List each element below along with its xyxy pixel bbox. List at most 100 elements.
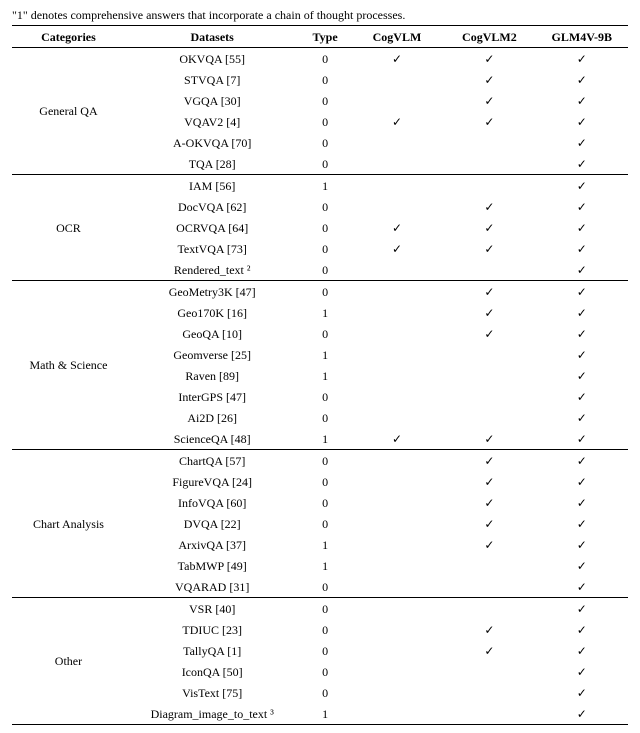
model-cell-m3: ✓: [536, 450, 628, 472]
model-cell-m2: [443, 259, 535, 281]
model-cell-m1: [351, 619, 443, 640]
model-cell-m1: ✓: [351, 238, 443, 259]
model-cell-m2: ✓: [443, 450, 535, 472]
model-cell-m1: [351, 323, 443, 344]
model-cell-m2: [443, 682, 535, 703]
model-cell-m1: [351, 492, 443, 513]
type-cell: 0: [299, 281, 350, 303]
model-cell-m3: ✓: [536, 302, 628, 323]
model-cell-m1: [351, 175, 443, 197]
model-cell-m2: [443, 365, 535, 386]
model-cell-m3: ✓: [536, 69, 628, 90]
type-cell: 0: [299, 69, 350, 90]
model-cell-m1: [351, 534, 443, 555]
model-cell-m2: [443, 598, 535, 620]
model-cell-m1: [351, 471, 443, 492]
model-cell-m1: [351, 407, 443, 428]
th-datasets: Datasets: [125, 26, 300, 48]
model-cell-m3: ✓: [536, 471, 628, 492]
model-cell-m3: ✓: [536, 111, 628, 132]
table-row: OtherVSR [40]0✓: [12, 598, 628, 620]
table-row: Math & ScienceGeoMetry3K [47]0✓✓: [12, 281, 628, 303]
type-cell: 1: [299, 703, 350, 725]
dataset-cell: Geo170K [16]: [125, 302, 300, 323]
dataset-cell: TQA [28]: [125, 153, 300, 175]
th-cogvlm: CogVLM: [351, 26, 443, 48]
model-cell-m3: ✓: [536, 48, 628, 70]
type-cell: 0: [299, 407, 350, 428]
dataset-cell: GeoMetry3K [47]: [125, 281, 300, 303]
category-cell: Chart Analysis: [12, 450, 125, 598]
model-cell-m1: ✓: [351, 48, 443, 70]
dataset-cell: ChartQA [57]: [125, 450, 300, 472]
model-cell-m3: ✓: [536, 576, 628, 598]
type-cell: 0: [299, 450, 350, 472]
dataset-cell: ScienceQA [48]: [125, 428, 300, 450]
dataset-cell: Geomverse [25]: [125, 344, 300, 365]
model-cell-m3: ✓: [536, 323, 628, 344]
type-cell: 0: [299, 238, 350, 259]
dataset-cell: VisText [75]: [125, 682, 300, 703]
model-cell-m2: [443, 153, 535, 175]
model-cell-m1: [351, 703, 443, 725]
model-cell-m1: [351, 153, 443, 175]
model-cell-m3: ✓: [536, 703, 628, 725]
type-cell: 0: [299, 132, 350, 153]
dataset-cell: VSR [40]: [125, 598, 300, 620]
type-cell: 0: [299, 259, 350, 281]
model-cell-m1: ✓: [351, 111, 443, 132]
model-cell-m2: ✓: [443, 302, 535, 323]
model-cell-m2: ✓: [443, 513, 535, 534]
type-cell: 1: [299, 555, 350, 576]
model-cell-m1: [351, 555, 443, 576]
th-glm4v9b: GLM4V-9B: [536, 26, 628, 48]
model-cell-m3: ✓: [536, 196, 628, 217]
model-cell-m3: ✓: [536, 555, 628, 576]
model-cell-m3: ✓: [536, 428, 628, 450]
model-cell-m3: ✓: [536, 513, 628, 534]
dataset-cell: Rendered_text ²: [125, 259, 300, 281]
dataset-cell: IAM [56]: [125, 175, 300, 197]
model-cell-m3: ✓: [536, 619, 628, 640]
model-cell-m1: [351, 90, 443, 111]
model-cell-m3: ✓: [536, 682, 628, 703]
model-cell-m3: ✓: [536, 259, 628, 281]
model-cell-m1: [351, 386, 443, 407]
model-cell-m2: ✓: [443, 281, 535, 303]
model-cell-m1: ✓: [351, 428, 443, 450]
model-cell-m1: [351, 132, 443, 153]
type-cell: 0: [299, 386, 350, 407]
model-cell-m2: [443, 555, 535, 576]
model-cell-m2: ✓: [443, 428, 535, 450]
model-cell-m3: ✓: [536, 661, 628, 682]
type-cell: 1: [299, 365, 350, 386]
type-cell: 0: [299, 153, 350, 175]
caption-text: "1" denotes comprehensive answers that i…: [12, 8, 628, 23]
dataset-cell: TDIUC [23]: [125, 619, 300, 640]
type-cell: 0: [299, 111, 350, 132]
model-cell-m3: ✓: [536, 534, 628, 555]
type-cell: 1: [299, 344, 350, 365]
dataset-cell: STVQA [7]: [125, 69, 300, 90]
dataset-cell: VQARAD [31]: [125, 576, 300, 598]
type-cell: 1: [299, 534, 350, 555]
model-cell-m3: ✓: [536, 153, 628, 175]
model-cell-m2: ✓: [443, 111, 535, 132]
model-cell-m3: ✓: [536, 132, 628, 153]
model-cell-m2: ✓: [443, 90, 535, 111]
model-cell-m1: [351, 302, 443, 323]
table-row: General QAOKVQA [55]0✓✓✓: [12, 48, 628, 70]
dataset-cell: InfoVQA [60]: [125, 492, 300, 513]
category-cell: Math & Science: [12, 281, 125, 450]
model-cell-m1: [351, 576, 443, 598]
dataset-cell: InterGPS [47]: [125, 386, 300, 407]
type-cell: 0: [299, 196, 350, 217]
model-cell-m1: [351, 196, 443, 217]
type-cell: 1: [299, 302, 350, 323]
type-cell: 0: [299, 323, 350, 344]
type-cell: 0: [299, 598, 350, 620]
dataset-cell: DVQA [22]: [125, 513, 300, 534]
type-cell: 0: [299, 513, 350, 534]
dataset-cell: ArxivQA [37]: [125, 534, 300, 555]
model-cell-m1: [351, 661, 443, 682]
